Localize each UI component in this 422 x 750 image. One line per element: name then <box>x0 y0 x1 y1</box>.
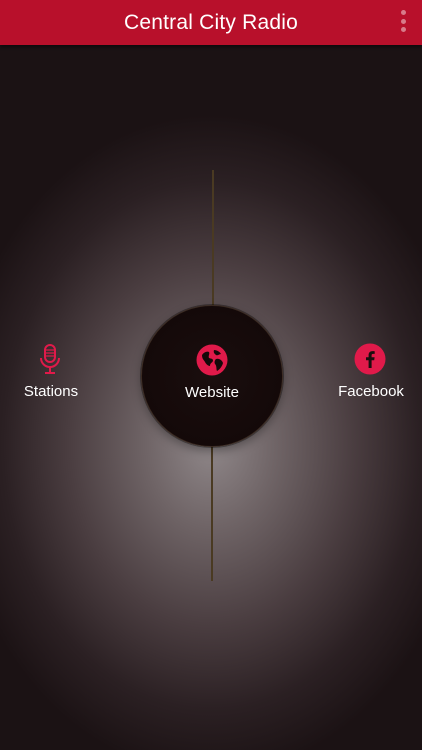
facebook-label: Facebook <box>338 383 404 400</box>
app-title: Central City Radio <box>124 11 298 34</box>
website-button[interactable]: Website <box>141 305 283 447</box>
facebook-button[interactable]: Facebook <box>316 341 422 411</box>
radio-stage: Stations Website Facebook <box>0 45 422 750</box>
stations-label: Stations <box>23 383 79 400</box>
globe-icon <box>196 344 228 376</box>
facebook-icon <box>354 343 386 375</box>
microphone-icon <box>40 344 60 374</box>
stations-button[interactable]: Stations <box>0 341 106 411</box>
overflow-menu-icon[interactable] <box>398 10 408 32</box>
app-bar: Central City Radio <box>0 0 422 45</box>
tuner-needle-top <box>212 170 214 310</box>
tuner-needle-bottom <box>211 445 213 581</box>
app-screen: Central City Radio Stations Website Face… <box>0 0 422 750</box>
website-label: Website <box>185 384 239 401</box>
